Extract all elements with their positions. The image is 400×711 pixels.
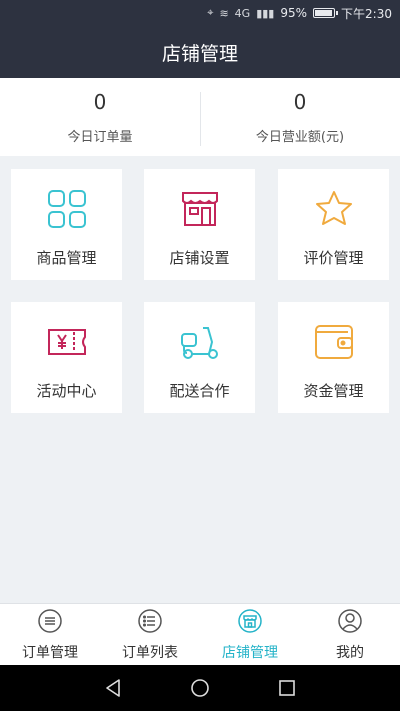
coupon-icon (47, 329, 86, 355)
stat-value: 0 (293, 89, 307, 114)
tile-product-manage[interactable]: 商品管理 (11, 169, 122, 280)
shop-manage-icon (238, 609, 262, 633)
tile-activity-center[interactable]: 活动中心 (11, 302, 122, 413)
stat-revenue: 0 今日营业额(元) (200, 78, 400, 156)
profile-icon (338, 609, 362, 633)
tile-shop-settings[interactable]: 店铺设置 (144, 169, 255, 280)
tab-label: 店铺管理 (222, 645, 278, 661)
scooter-icon (180, 327, 218, 359)
shop-icon (181, 192, 218, 226)
tile-review-manage[interactable]: 评价管理 (278, 169, 389, 280)
tab-order-manage[interactable]: 订单管理 (0, 604, 100, 665)
tile-label: 资金管理 (303, 382, 364, 400)
grid-icon (47, 190, 86, 228)
tile-label: 店铺设置 (169, 249, 230, 267)
star-icon (315, 191, 352, 225)
tile-label: 配送合作 (169, 382, 230, 400)
tile-fund-manage[interactable]: 资金管理 (278, 302, 389, 413)
stat-orders: 0 今日订单量 (0, 78, 200, 156)
recents-icon[interactable] (276, 677, 298, 699)
status-bar: ⌖ ≋ 4G ▮▮▮ 95% 下午2:30 (0, 0, 400, 26)
tab-label: 我的 (336, 645, 364, 661)
header: 店铺管理 (0, 26, 400, 78)
tab-label: 订单列表 (122, 645, 178, 661)
order-list-icon (138, 609, 162, 633)
signal-icon: ▮▮▮ (256, 6, 275, 20)
location-icon: ⌖ (207, 6, 214, 19)
bottom-tab-bar: 订单管理 订单列表 店铺管理 我的 (0, 603, 400, 665)
wifi-icon: ≋ (219, 6, 229, 20)
today-stats: 0 今日订单量 0 今日营业额(元) (0, 78, 400, 156)
home-icon[interactable] (189, 677, 211, 699)
stat-label: 今日订单量 (67, 129, 133, 145)
battery-icon (313, 8, 339, 18)
tile-label: 活动中心 (36, 382, 97, 400)
tab-shop-manage[interactable]: 店铺管理 (200, 604, 300, 665)
battery-percent: 95% (280, 6, 308, 20)
back-icon[interactable] (102, 677, 124, 699)
clock: 下午2:30 (341, 6, 392, 21)
system-nav-bar (0, 665, 400, 711)
order-manage-icon (38, 609, 62, 633)
tile-delivery[interactable]: 配送合作 (144, 302, 255, 413)
page-title: 店铺管理 (161, 42, 238, 65)
stat-label: 今日营业额(元) (255, 129, 345, 145)
tab-label: 订单管理 (22, 645, 78, 661)
tile-label: 商品管理 (36, 249, 97, 267)
tab-order-list[interactable]: 订单列表 (100, 604, 200, 665)
wallet-icon (314, 325, 353, 359)
tab-profile[interactable]: 我的 (300, 604, 400, 665)
tile-label: 评价管理 (303, 249, 364, 267)
signal-label: 4G (234, 6, 251, 20)
stat-value: 0 (93, 89, 107, 114)
